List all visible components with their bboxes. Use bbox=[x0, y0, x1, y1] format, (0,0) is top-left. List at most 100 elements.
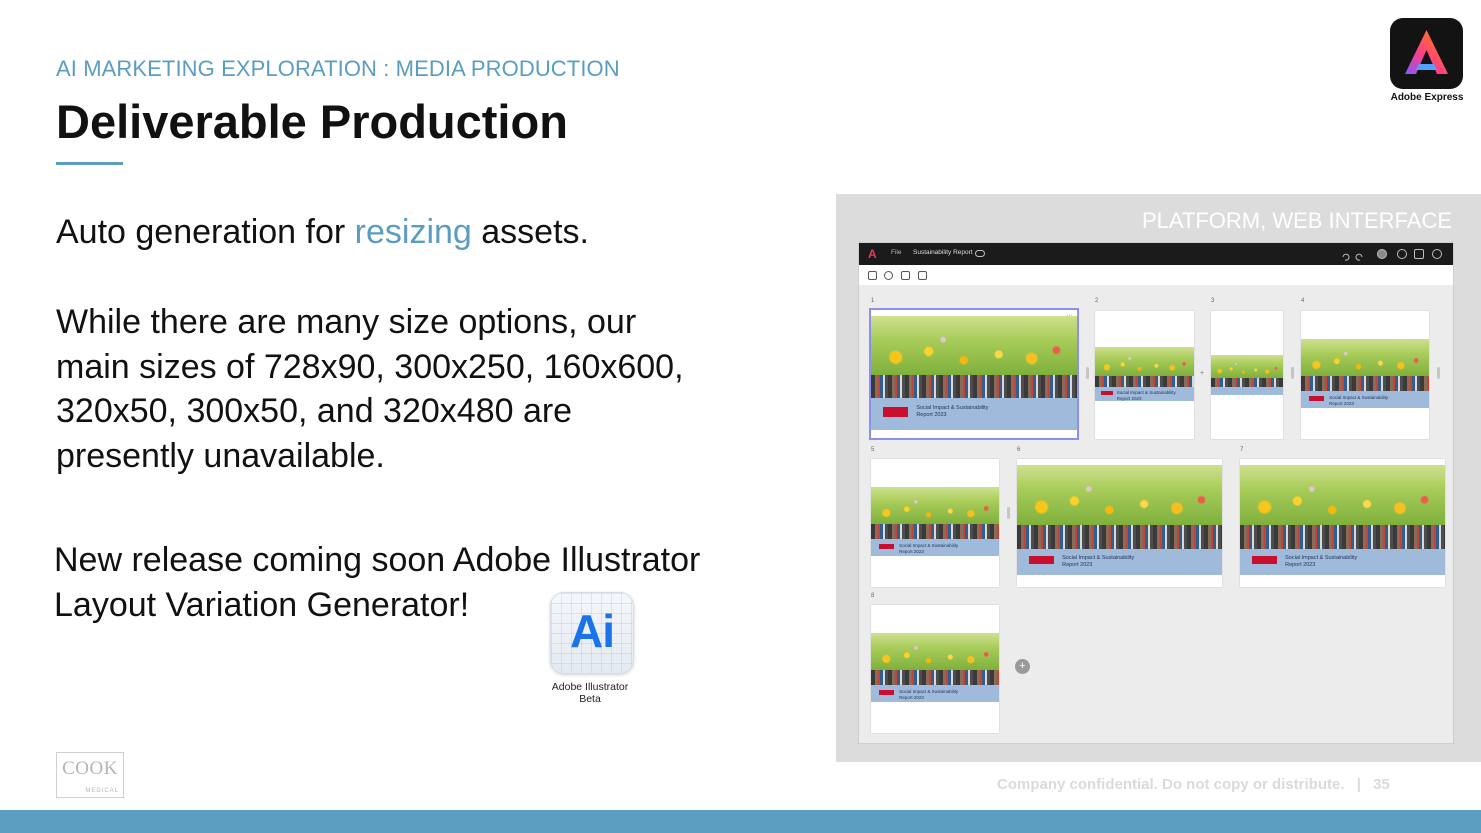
app-toolbar bbox=[859, 265, 1453, 285]
cook-logo-sub: MEDICAL bbox=[85, 788, 119, 794]
page-photo bbox=[1095, 347, 1194, 387]
intro-paragraph: Auto generation for resizing assets. bbox=[56, 210, 589, 254]
cloud-icon bbox=[975, 250, 985, 257]
menu-file[interactable]: File bbox=[891, 249, 901, 256]
intro-text-after: assets. bbox=[471, 213, 589, 251]
meadow-photo bbox=[871, 633, 999, 671]
page-thumbnail[interactable]: Social Impact & Sustainability Report 202… bbox=[871, 605, 999, 733]
page-banner: Social Impact & Sustainability Report 202… bbox=[1301, 391, 1429, 408]
page-thumbnail[interactable]: Social Impact & Sustainability Report 202… bbox=[1017, 459, 1222, 587]
intro-text-before: Auto generation for bbox=[56, 213, 355, 251]
slide-title: Deliverable Production bbox=[56, 95, 568, 148]
title-underline bbox=[56, 162, 123, 165]
app-screenshot: A File Sustainability Report 1 2 3 4 5 6… bbox=[858, 242, 1454, 744]
meadow-photo bbox=[1095, 347, 1194, 376]
sizes-line: main sizes of 728x90, 300x250, 160x600, bbox=[56, 347, 684, 386]
redo-icon[interactable] bbox=[1355, 249, 1363, 261]
document-title[interactable]: Sustainability Report bbox=[913, 249, 973, 256]
page-photo bbox=[871, 633, 999, 685]
share-icon[interactable] bbox=[1432, 249, 1442, 259]
meadow-photo bbox=[871, 487, 999, 525]
page-photo bbox=[1211, 355, 1283, 387]
cook-mini-logo bbox=[878, 543, 895, 549]
banner-line: Social Impact & Sustainability bbox=[916, 405, 989, 412]
ai-label-line: Adobe Illustrator bbox=[551, 681, 629, 693]
duplicate-icon[interactable] bbox=[868, 271, 877, 280]
cook-mini-logo bbox=[878, 689, 895, 695]
platform-panel: PLATFORM, WEB INTERFACE A File Sustainab… bbox=[836, 194, 1481, 762]
add-page-button[interactable]: + bbox=[1015, 659, 1030, 674]
adobe-express-app-icon[interactable]: A bbox=[868, 247, 877, 261]
ai-icon-glyph: Ai bbox=[570, 605, 615, 657]
add-circle-icon[interactable] bbox=[884, 271, 893, 280]
banner-line: Report 2023 bbox=[1116, 396, 1142, 402]
page-banner bbox=[1211, 387, 1283, 395]
ai-label-line: Beta bbox=[579, 693, 601, 705]
resize-handle[interactable] bbox=[1007, 507, 1010, 519]
banner-line: Social Impact & Sustainability bbox=[1285, 554, 1358, 561]
sizes-line: 320x50, 300x50, and 320x480 are bbox=[56, 392, 573, 430]
sizes-paragraph: While there are many size options, our m… bbox=[56, 300, 684, 478]
banner-line: Report 2023 bbox=[899, 548, 924, 554]
adobe-illustrator-label: Adobe Illustrator Beta bbox=[540, 681, 640, 705]
banner-text: Social Impact & Sustainability Report 202… bbox=[1117, 390, 1176, 402]
sizes-line: presently unavailable. bbox=[56, 436, 385, 475]
trash-icon[interactable] bbox=[918, 271, 927, 280]
copy-icon[interactable] bbox=[901, 271, 910, 280]
lightbulb-icon[interactable] bbox=[1397, 249, 1407, 259]
banner-text: Social Impact & Sustainability Report 202… bbox=[916, 405, 988, 419]
banner-text: Social Impact & Sustainability Report 202… bbox=[1329, 395, 1388, 407]
page-thumbnail[interactable]: Social Impact & Sustainability Report 202… bbox=[1301, 311, 1429, 439]
resize-handle[interactable] bbox=[1437, 367, 1440, 379]
page-thumbnail[interactable]: Social Impact & Sustainability Report 202… bbox=[871, 459, 999, 587]
page-number: 8 bbox=[871, 593, 875, 599]
meadow-photo bbox=[1017, 465, 1222, 526]
page-number: 5 bbox=[871, 447, 875, 453]
undo-icon[interactable] bbox=[1341, 249, 1350, 261]
banner-text: Social Impact & Sustainability Report 202… bbox=[899, 689, 958, 701]
banner-line: Report 2023 bbox=[1329, 400, 1354, 406]
page-number: 3 bbox=[1211, 298, 1215, 304]
banner-text: Social Impact & Sustainability Report 202… bbox=[1285, 555, 1357, 569]
page-thumbnail-selected[interactable]: Social Impact & Sustainability Report 202… bbox=[869, 308, 1079, 440]
pages-canvas: 1 2 3 4 5 6 7 8 Social Impact & Sustaina… bbox=[859, 285, 1453, 743]
people-photo-strip bbox=[871, 375, 1077, 398]
panel-title: PLATFORM, WEB INTERFACE bbox=[1141, 208, 1452, 233]
app-topbar: A File Sustainability Report bbox=[859, 243, 1453, 265]
resize-handle[interactable] bbox=[1291, 367, 1294, 379]
banner-line: Social Impact & Sustainability bbox=[899, 542, 959, 548]
cook-mini-logo bbox=[1029, 556, 1054, 565]
page-number: 7 bbox=[1240, 447, 1244, 453]
more-options-icon[interactable]: ··· bbox=[1066, 312, 1073, 319]
footer: Company confidential. Do not copy or dis… bbox=[997, 776, 1390, 793]
page-thumbnail[interactable]: Social Impact & Sustainability Report 202… bbox=[1240, 459, 1445, 587]
adobe-express-logo bbox=[1390, 18, 1463, 89]
cook-medical-logo: COOK MEDICAL bbox=[56, 752, 124, 798]
bottom-accent-bar bbox=[0, 810, 1481, 833]
adobe-express-a-icon bbox=[1405, 30, 1448, 74]
comment-icon[interactable] bbox=[1414, 249, 1424, 259]
add-between-icon[interactable]: + bbox=[1200, 370, 1204, 377]
people-photo-strip bbox=[871, 670, 999, 685]
page-thumbnail[interactable]: Social Impact & Sustainability Report 202… bbox=[1095, 311, 1194, 439]
banner-line: Report 2023 bbox=[916, 412, 947, 419]
page-photo bbox=[871, 316, 1077, 398]
people-photo-strip bbox=[1017, 525, 1222, 549]
page-number: 2 bbox=[1095, 298, 1099, 304]
page-banner: Social Impact & Sustainability Report 202… bbox=[871, 398, 1077, 430]
banner-text: Social Impact & Sustainability Report 202… bbox=[899, 543, 958, 555]
meadow-photo bbox=[1211, 355, 1283, 379]
adobe-express-label: Adobe Express bbox=[1390, 92, 1464, 103]
sizes-line: While there are many size options, our bbox=[56, 303, 637, 341]
meadow-photo bbox=[1301, 339, 1429, 377]
resize-handle[interactable] bbox=[1086, 367, 1089, 379]
people-photo-strip bbox=[871, 524, 999, 539]
user-avatar-icon[interactable] bbox=[1377, 249, 1387, 259]
page-thumbnail[interactable] bbox=[1211, 311, 1283, 439]
page-photo bbox=[1017, 465, 1222, 549]
slide-number: 35 bbox=[1373, 776, 1390, 793]
banner-line: Social Impact & Sustainability bbox=[899, 688, 959, 694]
cook-logo-name: COOK bbox=[62, 758, 118, 779]
page-number: 4 bbox=[1301, 298, 1305, 304]
confidential-notice: Company confidential. Do not copy or dis… bbox=[997, 776, 1345, 793]
